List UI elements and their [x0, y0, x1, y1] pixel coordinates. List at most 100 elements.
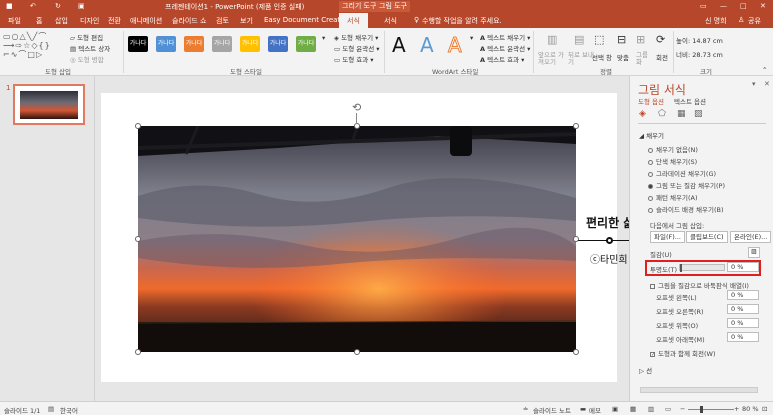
radio-picture-texture-fill[interactable]: 그림 또는 질감 채우기(P)	[648, 180, 725, 190]
wordart-orange-outline[interactable]: A	[448, 33, 463, 58]
tab-review[interactable]: 검토	[216, 16, 229, 26]
fit-slide-icon[interactable]: ⊡	[762, 405, 767, 413]
spellcheck-icon[interactable]: ▤	[48, 405, 54, 413]
share-button[interactable]: 공유	[748, 16, 761, 26]
offset-right-input[interactable]: 0 %	[727, 304, 759, 314]
size-properties-icon[interactable]: ▦	[677, 109, 686, 119]
tab-shape-options[interactable]: 도형 옵션	[638, 96, 664, 106]
shape-gallery[interactable]: ▭○△╲╱⌒ ⟶⇨☆◇{} ⌐∿⌒□▷	[3, 32, 63, 60]
slideshow-view-icon[interactable]: ▭	[665, 405, 671, 413]
slide-thumbnail-1[interactable]	[13, 84, 85, 125]
notes-icon[interactable]: ≐	[523, 405, 528, 413]
clipboard-button[interactable]: 클립보드(C)	[686, 231, 728, 243]
tab-design[interactable]: 디자인	[80, 16, 99, 26]
tab-easy-document-creator[interactable]: Easy Document Creator	[264, 16, 347, 24]
wordart-black[interactable]: A	[392, 33, 406, 57]
resize-handle-w[interactable]	[135, 236, 141, 242]
picture-icon[interactable]: ▨	[694, 109, 703, 119]
radio-slide-background-fill[interactable]: 슬라이드 배경 채우기(B)	[648, 204, 723, 214]
rotate-button[interactable]: 회전	[656, 52, 668, 62]
close-icon[interactable]: ✕	[760, 2, 766, 10]
transparency-slider[interactable]	[679, 264, 725, 272]
merge-shapes-button[interactable]: ◎ 도형 병합	[70, 54, 104, 64]
sunset-photo[interactable]	[138, 126, 576, 352]
collapse-ribbon-icon[interactable]: ⌃	[762, 66, 767, 74]
height-field[interactable]: 높이: 14.87 cm	[676, 35, 723, 45]
comments-button[interactable]: 메모	[589, 405, 601, 415]
zoom-in-icon[interactable]: +	[734, 405, 739, 413]
maximize-icon[interactable]: □	[740, 2, 747, 10]
shape-style-darkblue[interactable]: 가나다	[268, 36, 288, 52]
offset-bottom-input[interactable]: 0 %	[727, 332, 759, 342]
radio-no-fill[interactable]: 채우기 없음(N)	[648, 144, 698, 154]
tab-view[interactable]: 보기	[240, 16, 253, 26]
comments-icon[interactable]: ▬	[580, 405, 586, 413]
author-text[interactable]: ⓒ타민희	[590, 251, 628, 266]
shape-style-green[interactable]: 가나다	[296, 36, 316, 52]
texture-picker[interactable]: ▨	[748, 247, 760, 258]
tab-file[interactable]: 파일	[8, 16, 21, 26]
resize-handle-se[interactable]	[573, 349, 579, 355]
fill-line-icon[interactable]: ◈	[639, 109, 646, 119]
save-icon[interactable]: ■	[6, 2, 13, 10]
pane-horizontal-scrollbar[interactable]	[640, 387, 758, 393]
tab-format-drawing[interactable]: 서식	[339, 13, 368, 28]
group-button[interactable]: 그룹화	[636, 52, 650, 66]
zoom-level[interactable]: 80 %	[742, 405, 759, 413]
rotate-with-shape-checkbox[interactable]: ✓ 도형과 함께 회전(W)	[650, 348, 716, 358]
section-fill-header[interactable]: ◢ 채우기	[639, 130, 664, 140]
shape-outline-button[interactable]: ▭ 도형 윤곽선 ▾	[334, 43, 380, 53]
wordart-scroll-icon[interactable]: ▾	[470, 34, 473, 42]
resize-handle-ne[interactable]	[573, 123, 579, 129]
pane-dropdown-icon[interactable]: ▾	[752, 80, 756, 88]
radio-pattern-fill[interactable]: 패턴 채우기(A)	[648, 192, 698, 202]
notes-button[interactable]: 슬라이드 노트	[533, 405, 571, 415]
selection-pane-button[interactable]: 선택 창	[592, 52, 612, 62]
ribbon-display-icon[interactable]: ▭	[700, 2, 707, 10]
transparency-input[interactable]: 0 %	[727, 262, 759, 272]
tab-animations[interactable]: 애니메이션	[130, 16, 162, 26]
radio-gradient-fill[interactable]: 그라데이션 채우기(G)	[648, 168, 716, 178]
resize-handle-sw[interactable]	[135, 349, 141, 355]
shape-fill-button[interactable]: ◈ 도형 채우기 ▾	[334, 32, 378, 42]
zoom-out-icon[interactable]: −	[680, 405, 685, 413]
online-button[interactable]: 온라인(E)...	[730, 231, 772, 243]
user-name[interactable]: 신 명희	[705, 16, 727, 26]
text-fill-button[interactable]: A 텍스트 채우기 ▾	[480, 32, 530, 42]
language-indicator[interactable]: 한국어	[60, 405, 78, 415]
transparency-slider-thumb[interactable]	[680, 264, 682, 272]
pane-close-icon[interactable]: ✕	[764, 80, 770, 88]
redo-icon[interactable]: ↻	[55, 2, 61, 10]
section-line-header[interactable]: ▷ 선	[639, 365, 652, 375]
wordart-blue[interactable]: A	[420, 33, 434, 57]
undo-icon[interactable]: ↶	[30, 2, 36, 10]
tab-slideshow[interactable]: 슬라이드 쇼	[172, 16, 206, 26]
shape-effects-button[interactable]: ▭ 도형 효과 ▾	[334, 54, 374, 64]
file-button[interactable]: 파일(F)...	[650, 231, 685, 243]
shape-style-gold[interactable]: 가나다	[240, 36, 260, 52]
zoom-slider-thumb[interactable]	[700, 406, 703, 413]
tab-text-options[interactable]: 텍스트 옵션	[674, 96, 706, 106]
tab-home[interactable]: 홈	[36, 16, 42, 26]
normal-view-icon[interactable]: ▣	[612, 405, 618, 413]
text-effects-button[interactable]: A 텍스트 효과 ▾	[480, 54, 524, 64]
shape-style-black[interactable]: 가나다	[128, 36, 148, 52]
edit-shape-button[interactable]: ▱ 도형 편집	[70, 32, 103, 42]
quick-access-icon[interactable]: ▣	[78, 2, 85, 10]
offset-left-input[interactable]: 0 %	[727, 290, 759, 300]
tab-transitions[interactable]: 전환	[108, 16, 121, 26]
resize-handle-n[interactable]	[354, 123, 360, 129]
tile-checkbox[interactable]: 그림을 질감으로 바둑판식 배열(I)	[650, 280, 749, 290]
offset-top-input[interactable]: 0 %	[727, 318, 759, 328]
slide-sorter-icon[interactable]: ▦	[630, 405, 636, 413]
zoom-slider[interactable]	[688, 409, 734, 410]
shape-style-gray[interactable]: 가나다	[212, 36, 232, 52]
share-icon[interactable]: ♙	[738, 16, 744, 24]
slide-title-text[interactable]: 편리한 삶	[586, 214, 634, 231]
tab-insert[interactable]: 삽입	[55, 16, 68, 26]
width-field[interactable]: 너비: 28.73 cm	[676, 49, 723, 59]
tell-me-search[interactable]: 수행할 작업을 알려 주세요.	[422, 16, 502, 26]
radio-solid-fill[interactable]: 단색 채우기(S)	[648, 156, 697, 166]
text-outline-button[interactable]: A 텍스트 윤곽선 ▾	[480, 43, 530, 53]
resize-handle-s[interactable]	[354, 349, 360, 355]
